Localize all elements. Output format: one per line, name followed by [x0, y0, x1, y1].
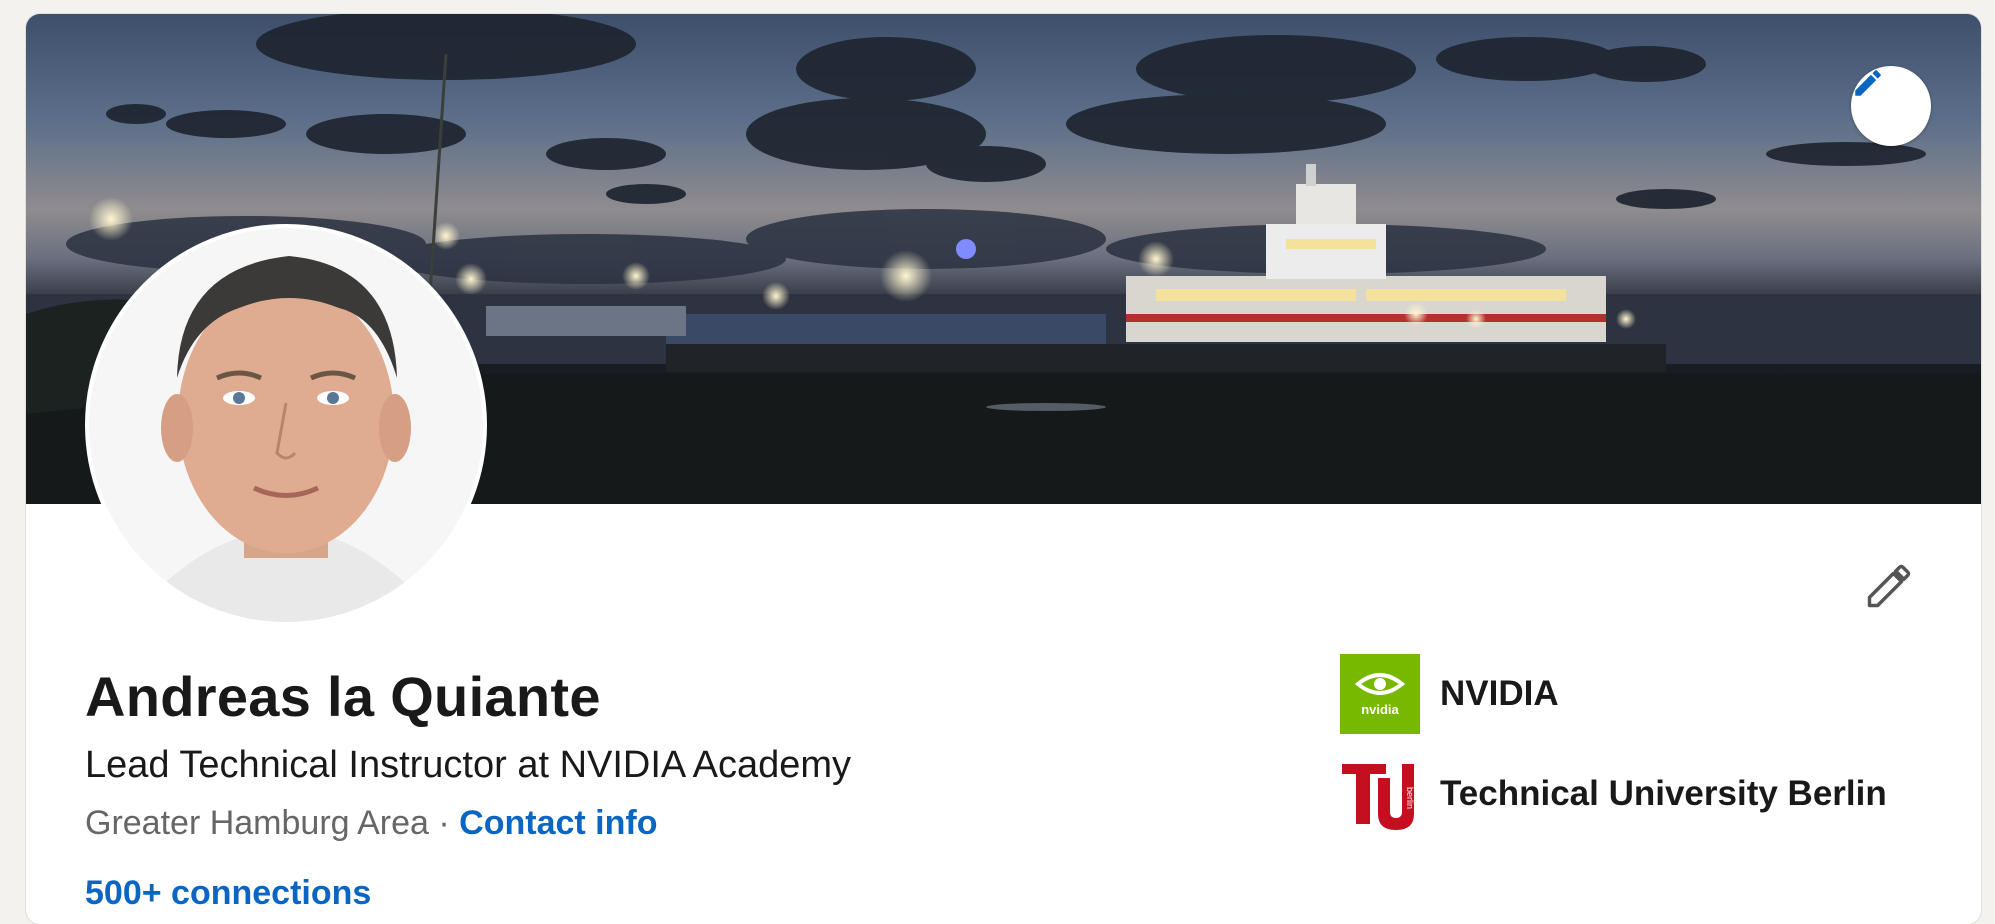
- pencil-icon: [1855, 70, 1881, 96]
- org-name-nvidia: NVIDIA: [1440, 674, 1559, 713]
- pencil-icon: [1867, 564, 1911, 608]
- connections-count: 500+ connections: [85, 874, 371, 913]
- tu-berlin-logo-text: berlin: [1405, 787, 1415, 809]
- org-item-nvidia[interactable]: nvidia NVIDIA: [1340, 654, 1559, 734]
- profile-headline: Lead Technical Instructor at NVIDIA Acad…: [85, 744, 852, 786]
- location-line: Greater Hamburg Area · Contact info: [85, 804, 657, 843]
- profile-card: Andreas la Quiante Lead Technical Instru…: [26, 14, 1981, 924]
- separator: ·: [438, 804, 450, 842]
- profile-photo[interactable]: [85, 224, 487, 626]
- connections-link[interactable]: 500+ connections: [85, 874, 371, 912]
- profile-name: Andreas la Quiante: [85, 665, 601, 728]
- tu-berlin-logo-icon: berlin: [1340, 754, 1420, 834]
- org-item-tu-berlin[interactable]: berlin Technical University Berlin: [1340, 754, 1887, 834]
- nvidia-logo-icon: nvidia: [1340, 654, 1420, 734]
- org-name-tu-berlin: Technical University Berlin: [1440, 774, 1887, 813]
- nvidia-logo-text: nvidia: [1361, 702, 1399, 717]
- profile-location: Greater Hamburg Area: [85, 804, 429, 842]
- contact-info-link[interactable]: Contact info: [459, 804, 657, 842]
- edit-intro-button[interactable]: [1857, 554, 1921, 618]
- avatar-image: [89, 228, 483, 622]
- edit-banner-button[interactable]: [1851, 66, 1931, 146]
